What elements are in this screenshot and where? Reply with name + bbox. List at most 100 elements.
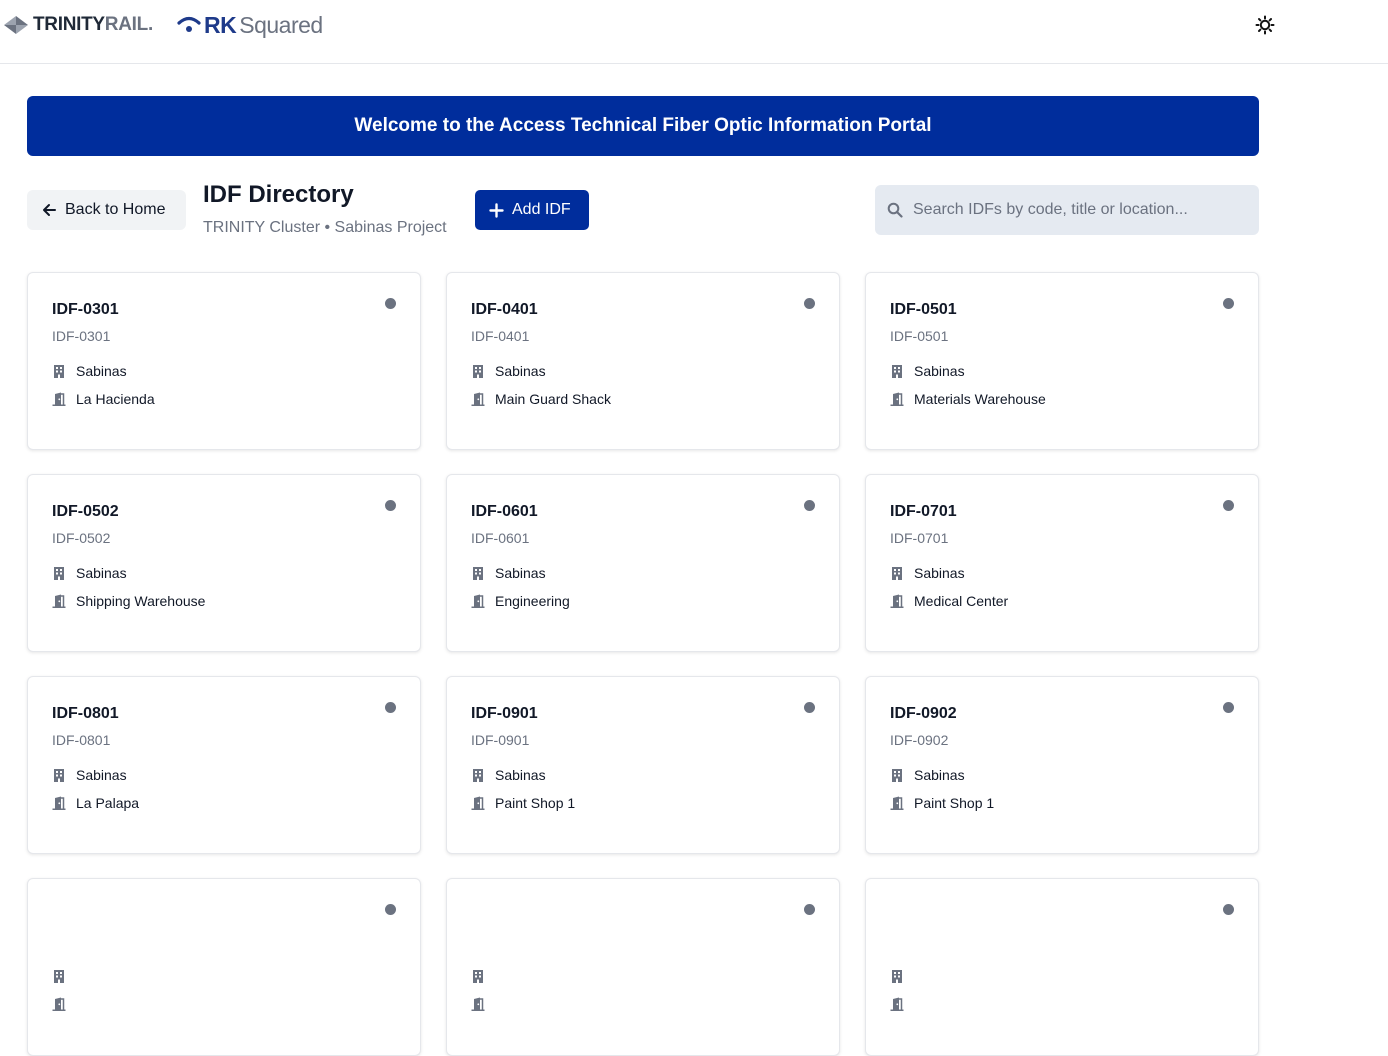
idf-code: IDF-0902 — [890, 705, 957, 722]
idf-card[interactable]: IDF-0301 IDF-0301 Sabinas La Hacienda — [27, 272, 421, 450]
idf-site-row — [890, 969, 914, 983]
door-icon — [52, 594, 66, 608]
door-icon — [471, 392, 485, 406]
idf-code: IDF-0801 — [52, 705, 119, 722]
status-dot — [385, 500, 396, 511]
idf-subcode: IDF-0501 — [890, 328, 949, 344]
status-dot — [385, 298, 396, 309]
building-icon — [473, 970, 483, 983]
search-box — [875, 185, 1259, 235]
idf-subcode: IDF-0401 — [471, 328, 530, 344]
door-icon — [52, 796, 66, 810]
idf-site: Sabinas — [914, 363, 965, 379]
idf-card[interactable]: IDF-0401 IDF-0401 Sabinas Main Guard Sha — [446, 272, 840, 450]
trinity-rail-logo: TRINITYRAIL. — [3, 13, 153, 37]
idf-code: IDF-0601 — [471, 503, 538, 520]
idf-location-row: Materials Warehouse — [890, 391, 1046, 407]
idf-code: IDF-0401 — [471, 301, 538, 318]
idf-location-row: Paint Shop 1 — [471, 795, 575, 811]
status-dot — [1223, 500, 1234, 511]
building-icon — [473, 567, 483, 580]
idf-site-row — [52, 969, 76, 983]
door-icon — [471, 594, 485, 608]
add-idf-button[interactable]: Add IDF — [475, 190, 589, 230]
building-icon — [54, 567, 64, 580]
idf-card[interactable]: IDF-0502 IDF-0502 Sabinas Shipping Wareh — [27, 474, 421, 652]
idf-location: La Hacienda — [76, 391, 155, 407]
idf-location-row: La Palapa — [52, 795, 139, 811]
idf-card[interactable]: IDF-0601 IDF-0601 Sabinas Engineering — [446, 474, 840, 652]
theme-toggle-button[interactable] — [1254, 14, 1276, 36]
status-dot — [804, 702, 815, 713]
idf-location: La Palapa — [76, 795, 140, 811]
back-to-home-label: Back to Home — [65, 201, 166, 218]
search-input[interactable] — [913, 201, 1253, 219]
idf-site: Sabinas — [76, 767, 127, 783]
idf-location: Materials Warehouse — [914, 391, 1046, 407]
status-dot — [1223, 904, 1234, 915]
idf-card[interactable]: IDF-0801 IDF-0801 Sabinas La Palapa — [27, 676, 421, 854]
door-icon — [52, 392, 66, 406]
idf-card-grid: IDF-0301 IDF-0301 Sabinas La Hacienda ID… — [27, 272, 1259, 1056]
door-icon — [471, 796, 485, 810]
idf-site-row: Sabinas — [890, 565, 965, 581]
idf-code: IDF-0701 — [890, 503, 957, 520]
door-icon — [52, 997, 66, 1011]
idf-card[interactable] — [446, 878, 840, 1056]
idf-site: Sabinas — [495, 767, 546, 783]
idf-card[interactable] — [27, 878, 421, 1056]
idf-site-row: Sabinas — [471, 363, 546, 379]
plus-icon — [489, 202, 504, 218]
idf-location: Medical Center — [914, 593, 1009, 609]
status-dot — [1223, 702, 1234, 713]
building-icon — [892, 567, 902, 580]
idf-subcode: IDF-0301 — [52, 328, 111, 344]
building-icon — [54, 365, 64, 378]
idf-subcode: IDF-0601 — [471, 530, 530, 546]
idf-site-row: Sabinas — [890, 363, 965, 379]
idf-site-row — [471, 969, 495, 983]
top-navbar: TRINITYRAIL. RK Squared — [0, 0, 1388, 64]
idf-card[interactable]: IDF-0902 IDF-0902 Sabinas Paint Shop 1 — [865, 676, 1259, 854]
idf-site-row: Sabinas — [890, 767, 965, 783]
status-dot — [804, 298, 815, 309]
door-icon — [890, 997, 904, 1011]
idf-site-row: Sabinas — [471, 565, 546, 581]
idf-location-row: Shipping Warehouse — [52, 593, 205, 609]
idf-site: Sabinas — [914, 565, 965, 581]
back-to-home-button[interactable]: Back to Home — [27, 190, 186, 230]
idf-location-row: Main Guard Shack — [471, 391, 611, 407]
building-icon — [892, 769, 902, 782]
idf-subcode: IDF-0902 — [890, 732, 949, 748]
idf-card[interactable] — [865, 878, 1259, 1056]
add-idf-label: Add IDF — [512, 201, 571, 218]
idf-location: Paint Shop 1 — [914, 795, 995, 811]
rksquared-logo: RK Squared — [177, 10, 323, 40]
welcome-banner-text: Welcome to the Access Technical Fiber Op… — [354, 115, 932, 136]
building-icon — [473, 769, 483, 782]
brand2-main: RK — [204, 11, 237, 38]
idf-site: Sabinas — [495, 363, 546, 379]
idf-card[interactable]: IDF-0901 IDF-0901 Sabinas Paint Shop 1 — [446, 676, 840, 854]
page-subtitle: TRINITY Cluster • Sabinas Project — [203, 219, 447, 236]
idf-location-row: Paint Shop 1 — [890, 795, 994, 811]
idf-subcode: IDF-0901 — [471, 732, 530, 748]
door-icon — [890, 392, 904, 406]
idf-site-row: Sabinas — [52, 363, 127, 379]
idf-location: Main Guard Shack — [495, 391, 611, 407]
idf-site: Sabinas — [914, 767, 965, 783]
page-title: IDF Directory — [203, 181, 354, 208]
idf-card[interactable]: IDF-0501 IDF-0501 Sabinas Materials Ware — [865, 272, 1259, 450]
idf-card[interactable]: IDF-0701 IDF-0701 Sabinas Medical Center — [865, 474, 1259, 652]
status-dot — [1223, 298, 1234, 309]
idf-subcode: IDF-0801 — [52, 732, 111, 748]
idf-location-row — [890, 997, 914, 1011]
idf-location-row: Engineering — [471, 593, 570, 609]
idf-site: Sabinas — [495, 565, 546, 581]
search-icon — [887, 202, 903, 218]
idf-code: IDF-0901 — [471, 705, 538, 722]
idf-location-row — [471, 997, 495, 1011]
sun-icon — [1255, 15, 1275, 35]
idf-location-row: Medical Center — [890, 593, 1008, 609]
door-icon — [890, 796, 904, 810]
